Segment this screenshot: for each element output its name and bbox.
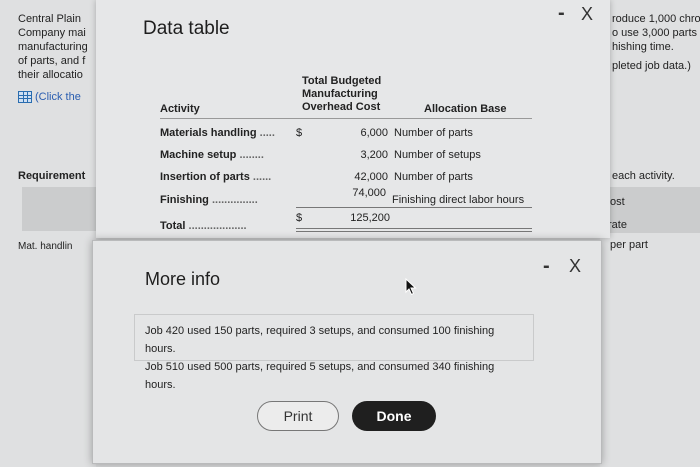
cost-header-line: Manufacturing bbox=[302, 88, 378, 100]
intro-text: Central Plain Company mai manufacturing … bbox=[18, 12, 94, 82]
total-double-underline bbox=[296, 231, 532, 232]
requirement-heading: Requirement bbox=[18, 170, 86, 182]
activity-name: Insertion of parts bbox=[160, 171, 250, 183]
allocation-base: Number of parts bbox=[394, 171, 473, 183]
each-activity-text: each activity. bbox=[612, 170, 675, 182]
table-header-band bbox=[22, 187, 96, 231]
data-table-title: Data table bbox=[143, 18, 230, 39]
table-row-activity: Finishing ............... bbox=[160, 194, 258, 206]
cost-value: 6,000 bbox=[360, 127, 388, 139]
table-row-activity: Machine setup ........ bbox=[160, 149, 264, 161]
table-row-activity: Total ................... bbox=[160, 220, 247, 232]
intro-line: manufacturing bbox=[18, 41, 88, 53]
intro-line: their allocatio bbox=[18, 69, 83, 81]
leader-dots: ........ bbox=[239, 149, 264, 161]
grid-icon bbox=[18, 91, 32, 103]
intro-line: pleted job data.) bbox=[612, 60, 691, 72]
minimize-icon[interactable]: - bbox=[543, 255, 550, 278]
intro-line: Central Plain bbox=[18, 13, 81, 25]
intro-line: Company mai bbox=[18, 27, 86, 39]
table-row-activity: Insertion of parts ...... bbox=[160, 171, 271, 183]
cost-value: 74,000 bbox=[352, 187, 386, 199]
cost-header-line: Overhead Cost bbox=[302, 101, 381, 113]
done-button[interactable]: Done bbox=[352, 401, 436, 431]
header-divider bbox=[160, 118, 532, 119]
allocation-base: Number of setups bbox=[394, 149, 481, 161]
allocation-base: Finishing direct labor hours bbox=[392, 194, 525, 206]
background-right-panel: roduce 1,000 chro o use 3,000 parts hish… bbox=[600, 0, 700, 467]
cost-header-line: Total Budgeted bbox=[302, 75, 382, 87]
allocation-base: Number of parts bbox=[394, 127, 473, 139]
currency-symbol: $ bbox=[296, 127, 303, 139]
allocation-base-column-header: Allocation Base bbox=[424, 103, 507, 115]
total-cost-value: 125,200 bbox=[350, 212, 390, 224]
activity-column-header: Activity bbox=[160, 103, 200, 115]
leader-dots: ...... bbox=[252, 171, 272, 183]
total-double-underline bbox=[296, 228, 532, 229]
job-info-line: Job 420 used 150 parts, required 3 setup… bbox=[145, 325, 495, 355]
per-part-label: per part bbox=[610, 239, 648, 251]
table-row-activity: Materials handling ..... bbox=[160, 127, 275, 139]
cursor-icon bbox=[405, 278, 417, 296]
activity-name: Finishing bbox=[160, 194, 209, 206]
leader-dots: ..... bbox=[259, 127, 275, 139]
data-table-link-text: (Click the bbox=[35, 91, 81, 103]
leader-dots: ............... bbox=[211, 194, 258, 206]
cost-column-header: Total Budgeted Manufacturing Overhead Co… bbox=[302, 75, 392, 114]
cost-label: ost bbox=[610, 196, 625, 208]
currency-symbol: $ bbox=[296, 212, 303, 224]
mat-handling-label: Mat. handlin bbox=[18, 241, 73, 252]
rate-label: rate bbox=[608, 219, 627, 231]
close-icon[interactable]: X bbox=[581, 4, 593, 25]
cost-value: 42,000 bbox=[354, 171, 388, 183]
more-info-dialog: More info - X Job 420 used 150 parts, re… bbox=[92, 240, 602, 464]
data-table-window: Data table - X Total Budgeted Manufactur… bbox=[96, 0, 610, 238]
activity-name: Machine setup bbox=[160, 149, 237, 161]
close-icon[interactable]: X bbox=[569, 256, 581, 277]
minimize-icon[interactable]: - bbox=[558, 2, 565, 25]
job-info-line: Job 510 used 500 parts, required 5 setup… bbox=[145, 361, 495, 391]
more-info-title: More info bbox=[145, 269, 221, 289]
row-underline bbox=[296, 207, 532, 208]
intro-line: o use 3,000 parts bbox=[612, 27, 698, 39]
activity-name: Total bbox=[160, 220, 186, 232]
intro-line: hishing time. bbox=[612, 41, 674, 53]
intro-line: of parts, and f bbox=[18, 55, 86, 67]
data-table-link[interactable]: (Click the bbox=[18, 90, 94, 104]
cost-value: 3,200 bbox=[360, 149, 388, 161]
print-button[interactable]: Print bbox=[257, 401, 339, 431]
intro-line: roduce 1,000 chro bbox=[612, 13, 700, 25]
background-left-panel: Central Plain Company mai manufacturing … bbox=[0, 0, 96, 467]
job-info-box: Job 420 used 150 parts, required 3 setup… bbox=[134, 314, 534, 391]
activity-name: Materials handling bbox=[160, 127, 257, 139]
leader-dots: ................... bbox=[188, 220, 247, 232]
